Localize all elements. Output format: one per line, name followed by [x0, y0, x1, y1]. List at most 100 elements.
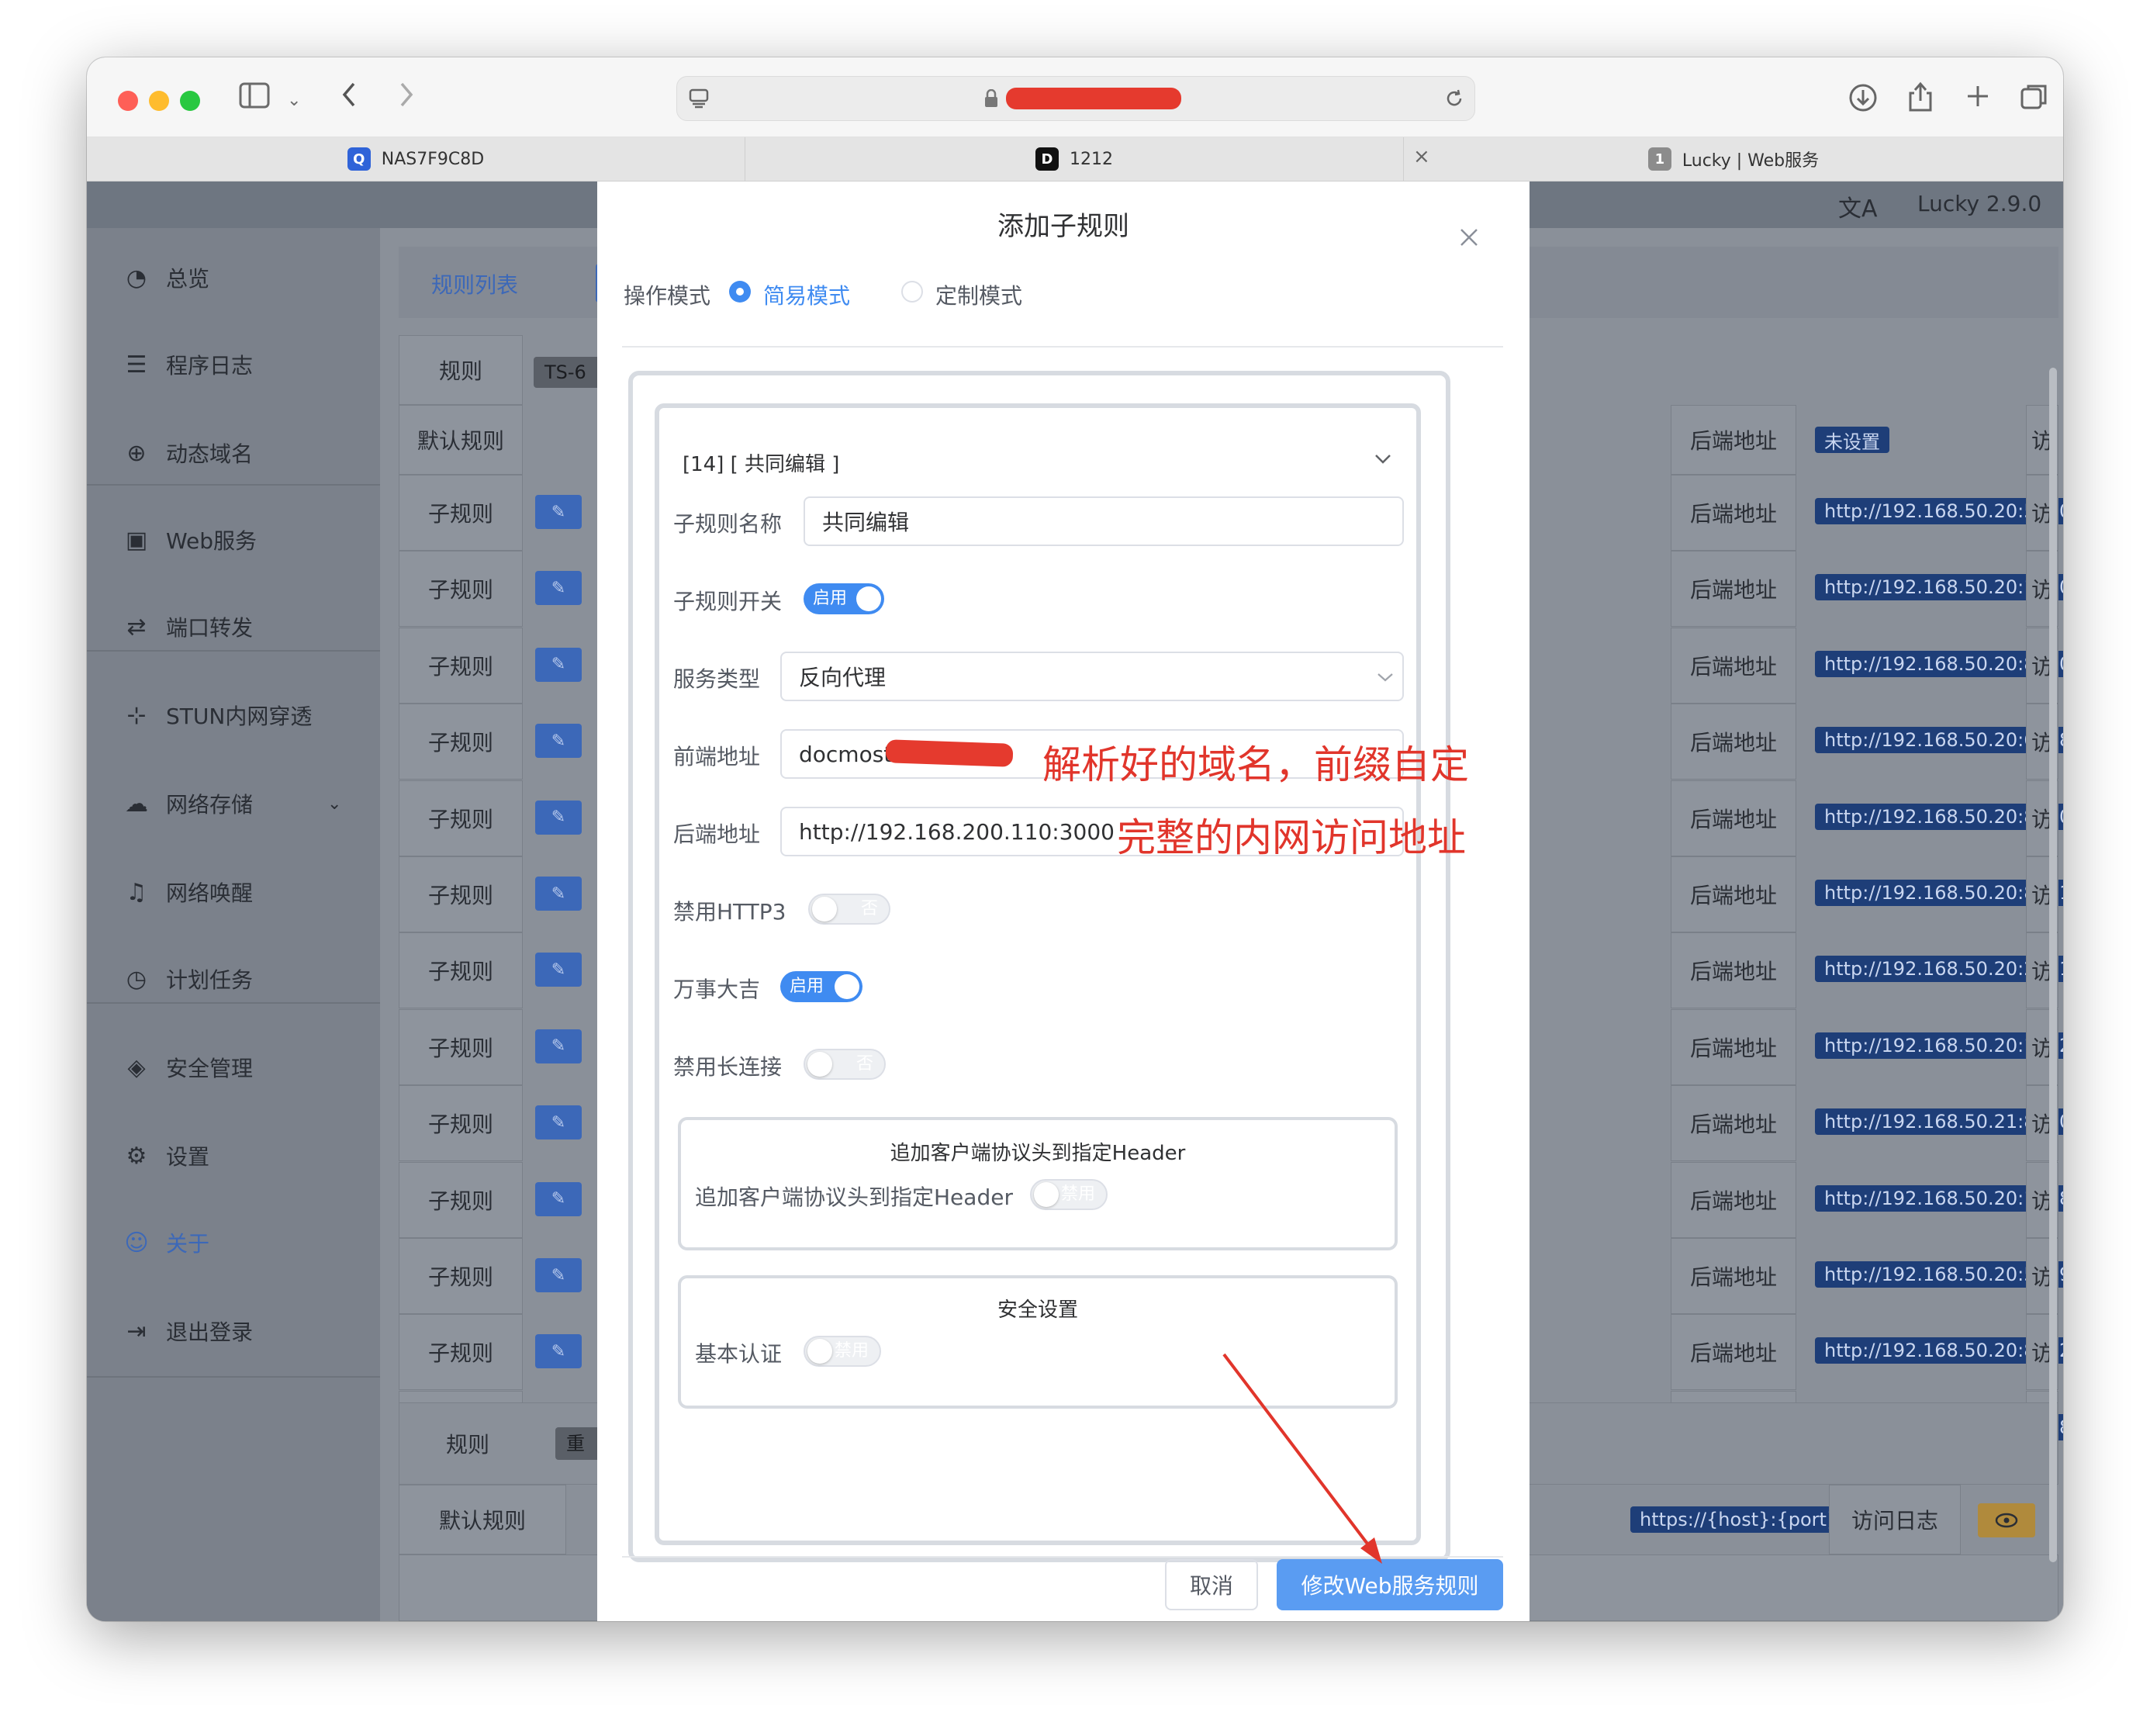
mode-custom-radio[interactable]: [901, 281, 923, 303]
subrule-label: 子规则: [399, 704, 523, 780]
edit-button[interactable]: ✎: [535, 571, 582, 606]
mode-simple-radio[interactable]: [729, 281, 751, 303]
edit-button[interactable]: ✎: [535, 800, 582, 835]
dialog-title: 添加子规则: [997, 211, 1129, 242]
page-settings-icon[interactable]: [688, 88, 710, 112]
edit-icon: ✎: [551, 807, 566, 828]
edit-button[interactable]: ✎: [535, 1181, 582, 1216]
redacted-domain-scribble: [885, 739, 1014, 767]
backend-label: 后端地址: [1671, 932, 1796, 1009]
subrule-label: 子规则: [399, 627, 523, 704]
sidebar-item-label: 总览: [166, 266, 210, 292]
second-rule-label: 规则: [446, 1432, 490, 1458]
edit-button[interactable]: ✎: [535, 953, 582, 987]
edit-button[interactable]: ✎: [535, 1105, 582, 1140]
tab-rule-list[interactable]: 规则列表: [431, 268, 518, 299]
sidebar-item-label: 端口转发: [166, 615, 254, 641]
service-type-select[interactable]: 反向代理: [780, 652, 1404, 701]
keepalive-switch[interactable]: 否: [804, 1049, 886, 1080]
new-tab-icon[interactable]: [1965, 84, 1990, 112]
security-box-title: 安全设置: [997, 1299, 1078, 1322]
eye-icon: [1995, 1513, 2018, 1528]
sidebar-item-10[interactable]: ⚙ 设置: [87, 1112, 380, 1199]
edit-button[interactable]: ✎: [535, 1258, 582, 1292]
sidebar-item-1[interactable]: ☰ 程序日志: [87, 321, 380, 408]
frontend-label: 前端地址: [673, 744, 761, 769]
address-bar[interactable]: [676, 76, 1475, 121]
sidebar-item-8[interactable]: ◷ 计划任务: [87, 935, 380, 1022]
switch-text: 否: [860, 899, 878, 918]
edit-button[interactable]: ✎: [535, 495, 582, 529]
sidebar-item-12[interactable]: ⇥ 退出登录: [87, 1288, 380, 1375]
mode-simple-label[interactable]: 简易模式: [763, 279, 850, 310]
download-icon[interactable]: [1848, 82, 1879, 116]
sidebar-item-3[interactable]: ▣ Web服务: [87, 496, 380, 583]
chevron-down-icon[interactable]: ⌄: [287, 85, 301, 116]
sidebar-item-9[interactable]: ◈ 安全管理: [87, 1024, 380, 1111]
subrule-label: 子规则: [399, 551, 523, 628]
sidebar-toggle-icon[interactable]: [239, 82, 270, 114]
backend-label: 后端地址: [1671, 856, 1796, 932]
chevron-down-icon[interactable]: [1373, 450, 1393, 470]
sidebar-item-6[interactable]: ☁ 网络存储 ⌄: [87, 760, 380, 847]
backend-label: 后端地址: [1671, 627, 1796, 704]
sidebar-item-5[interactable]: ⊹ STUN内网穿透: [87, 672, 380, 759]
divider: [622, 346, 1503, 348]
edit-button[interactable]: ✎: [535, 1334, 582, 1369]
minimize-window-button[interactable]: [149, 91, 169, 111]
bell-icon: ♫: [126, 878, 147, 906]
browser-toolbar: ⌄: [87, 57, 2063, 137]
name-input[interactable]: 共同编辑: [804, 496, 1404, 546]
edit-icon: ✎: [551, 1112, 566, 1133]
nas-favicon-icon: Q: [347, 147, 371, 171]
redacted-url-scribble: [1006, 88, 1181, 109]
basic-auth-switch[interactable]: 禁用: [804, 1336, 881, 1367]
header-box-title: 追加客户端协议头到指定Header: [890, 1142, 1186, 1165]
translate-icon[interactable]: 文A: [1838, 189, 1878, 223]
forward-icon[interactable]: [397, 81, 416, 114]
sidebar-item-4[interactable]: ⇄ 端口转发: [87, 583, 380, 670]
tab-strip: Q NAS7F9C8D D 1212 × 1 Lucky | Web服务: [87, 137, 2063, 182]
sidebar-item-11[interactable]: ☺ 关于: [87, 1199, 380, 1286]
header-switch[interactable]: 禁用: [1030, 1179, 1108, 1210]
tab-lucky[interactable]: 1 Lucky | Web服务: [1404, 137, 2063, 181]
dns-icon: ⊕: [126, 439, 147, 467]
tab-label: 1212: [1070, 149, 1113, 169]
clock-icon: ◷: [126, 965, 147, 993]
edit-icon: ✎: [551, 960, 566, 980]
edit-button[interactable]: ✎: [535, 724, 582, 759]
edit-button[interactable]: ✎: [535, 877, 582, 911]
tab-1212[interactable]: D 1212: [745, 137, 1404, 181]
edit-button[interactable]: ✎: [535, 647, 582, 682]
close-window-button[interactable]: [118, 91, 138, 111]
http3-switch[interactable]: 否: [808, 894, 890, 925]
close-icon[interactable]: [1458, 227, 1480, 251]
frontend-annotation: 解析好的域名，前缀自定: [1042, 742, 1469, 787]
sidebar-item-7[interactable]: ♫ 网络唤醒: [87, 849, 380, 935]
eye-button[interactable]: [1978, 1503, 2035, 1537]
port-forward-icon: ⇄: [126, 613, 147, 641]
header-box-label: 追加客户端协议头到指定Header: [695, 1184, 1013, 1210]
sidebar: ◔ 总览 ☰ 程序日志 ⊕ 动态域名 ▣ Web服务 ⇄ 端口转发 ⊹ STUN内网穿透 ☁ 网络存储 ⌄ ♫…: [87, 228, 380, 1621]
default-rule-label: 默认规则: [399, 405, 523, 475]
logout-icon: ⇥: [126, 1317, 147, 1345]
mode-custom-label[interactable]: 定制模式: [935, 279, 1022, 310]
edit-button[interactable]: ✎: [535, 1029, 582, 1063]
zoom-window-button[interactable]: [180, 91, 200, 111]
backend-label: 后端地址: [673, 821, 761, 847]
edit-icon: ✎: [551, 1036, 566, 1056]
share-icon[interactable]: [1906, 79, 1934, 116]
page-scrollbar[interactable]: [2049, 368, 2057, 1562]
back-icon[interactable]: [340, 81, 358, 114]
subrule-enable-switch[interactable]: 启用: [804, 583, 884, 614]
subrule-label: 子规则: [399, 932, 523, 1009]
tab-nas[interactable]: Q NAS7F9C8D: [87, 137, 745, 181]
tab-overview-icon[interactable]: [2020, 82, 2049, 115]
default-backend-label: 后端地址: [1671, 405, 1796, 475]
reload-icon[interactable]: [1443, 88, 1465, 112]
lucky-switch[interactable]: 启用: [780, 971, 862, 1002]
collapse-title[interactable]: [14] [ 共同编辑 ]: [683, 448, 839, 477]
sidebar-item-0[interactable]: ◔ 总览: [87, 234, 380, 321]
chevron-down-icon[interactable]: ⌄: [327, 794, 341, 814]
backend-label: 后端地址: [1671, 551, 1796, 628]
